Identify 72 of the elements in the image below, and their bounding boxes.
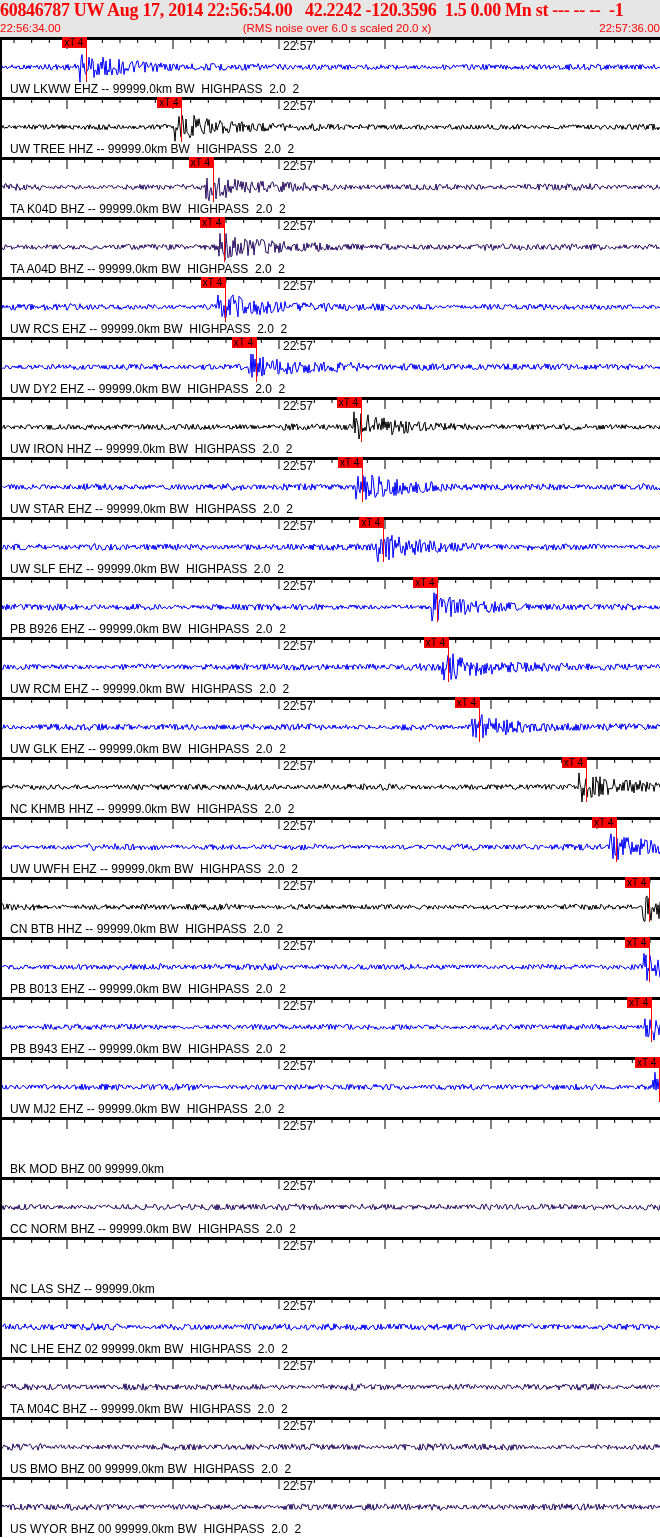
time-label: 22:57 [283,880,314,892]
time-label: 22:57 [283,580,314,592]
time-label: 22:57 [283,1420,314,1432]
pick-marker: xT 4 [336,397,362,408]
time-label: 22:57 [283,1360,314,1372]
station-label: CC NORM BHZ -- 99999.0km BW HIGHPASS 2.0 2 [10,1222,296,1236]
station-label: TA A04D BHZ -- 99999.0km BW HIGHPASS 2.0 2 [10,262,285,276]
station-label: UW MJ2 EHZ -- 99999.0km BW HIGHPASS 2.0 2 [10,1102,285,1116]
station-label: UW DY2 EHZ -- 99999.0km BW HIGHPASS 2.0 2 [10,382,286,396]
pick-marker: xT 4 [157,97,183,108]
station-label: UW UWFH EHZ -- 99999.0km BW HIGHPASS 2.0 2 [10,862,298,876]
station-label: UW STAR EHZ -- 99999.0km BW HIGHPASS 2.0 2 [10,502,293,516]
time-label: 22:57 [283,640,314,652]
station-label: NC KHMB HHZ -- 99999.0km BW HIGHPASS 2.0 2 [10,802,295,816]
time-label: 22:57 [283,700,314,712]
time-label: 22:57 [283,460,314,472]
time-label: 22:57 [283,940,314,952]
end-time: 22:57:36.00 [599,21,660,35]
time-label: 22:57 [283,160,314,172]
station-label: UW GLK EHZ -- 99999.0km BW HIGHPASS 2.0 2 [10,742,286,756]
time-label: 22:57 [283,820,314,832]
station-label: UW RCS EHZ -- 99999.0km BW HIGHPASS 2.0 2 [10,322,288,336]
pick-marker: xT 4 [200,217,226,228]
time-label: 22:57 [283,1120,314,1132]
station-label: US BMO BHZ 00 99999.0km BW HIGHPASS 2.0 2 [10,1462,292,1476]
pick-marker: xT 4 [62,37,88,48]
station-label: PB B013 EHZ -- 99999.0km BW HIGHPASS 2.0 2 [10,982,286,996]
time-label: 22:57 [283,340,314,352]
time-label: 22:57 [283,100,314,112]
time-label: 22:57 [283,1300,314,1312]
pick-marker: xT 4 [625,877,651,888]
time-label: 22:57 [283,280,314,292]
pick-marker: xT 4 [413,577,439,588]
time-label: 22:57 [283,1180,314,1192]
event-title: 60846787 UW Aug 17, 2014 22:56:54.00 42.2242 -120.3596 1.5 0.00 Mn st --- -- -- -1 [0,0,625,21]
pick-marker: xT 4 [625,937,651,948]
station-label: UW RCM EHZ -- 99999.0km BW HIGHPASS 2.0 2 [10,682,290,696]
station-label: UW SLF EHZ -- 99999.0km BW HIGHPASS 2.0 2 [10,562,284,576]
time-label: 22:57 [283,760,314,772]
time-label: 22:57 [283,1480,314,1492]
pick-marker: xT 4 [231,337,257,348]
noise-note: (RMS noise over 6.0 s scaled 20.0 x) [241,21,432,35]
pick-marker: xT 4 [592,817,618,828]
station-label: UW IRON HHZ -- 99999.0km BW HIGHPASS 2.0 2 [10,442,293,456]
station-label: NC LAS SHZ -- 99999.0km [10,1282,155,1296]
pick-marker: xT 4 [561,757,587,768]
time-label: 22:57 [283,1060,314,1072]
time-label: 22:57 [283,1240,314,1252]
time-label: 22:57 [283,1000,314,1012]
station-label: BK MOD BHZ 00 99999.0km [10,1162,165,1176]
pick-marker: xT 4 [200,277,226,288]
station-label: TA K04D BHZ -- 99999.0km BW HIGHPASS 2.0 2 [10,202,286,216]
time-label: 22:57 [283,40,314,52]
station-label: UW TREE HHZ -- 99999.0km BW HIGHPASS 2.0 2 [10,142,295,156]
pick-marker: xT 4 [454,697,480,708]
station-label: UW LKWW EHZ -- 99999.0km BW HIGHPASS 2.0 2 [10,82,300,96]
pick-marker: xT 4 [635,1057,660,1068]
pick-marker: xT 4 [627,997,653,1008]
station-label: CN BTB HHZ -- 99999.0km BW HIGHPASS 2.0 2 [10,922,284,936]
start-time: 22:56:34.00 [0,21,61,35]
pick-marker: xT 4 [359,517,385,528]
pick-marker: xT 4 [423,637,449,648]
time-label: 22:57 [283,220,314,232]
time-label: 22:57 [283,400,314,412]
station-label: US WYOR BHZ 00 99999.0km BW HIGHPASS 2.0 2 [10,1522,302,1536]
station-label: PB B943 EHZ -- 99999.0km BW HIGHPASS 2.0 2 [10,1042,286,1056]
station-label: NC LHE EHZ 02 99999.0km BW HIGHPASS 2.0 2 [10,1342,288,1356]
station-label: TA M04C BHZ -- 99999.0km BW HIGHPASS 2.0 2 [10,1402,288,1416]
pick-marker: xT 4 [188,157,214,168]
pick-marker: xT 4 [338,457,363,468]
station-label: PB B926 EHZ -- 99999.0km BW HIGHPASS 2.0 2 [10,622,286,636]
time-label: 22:57 [283,520,314,532]
